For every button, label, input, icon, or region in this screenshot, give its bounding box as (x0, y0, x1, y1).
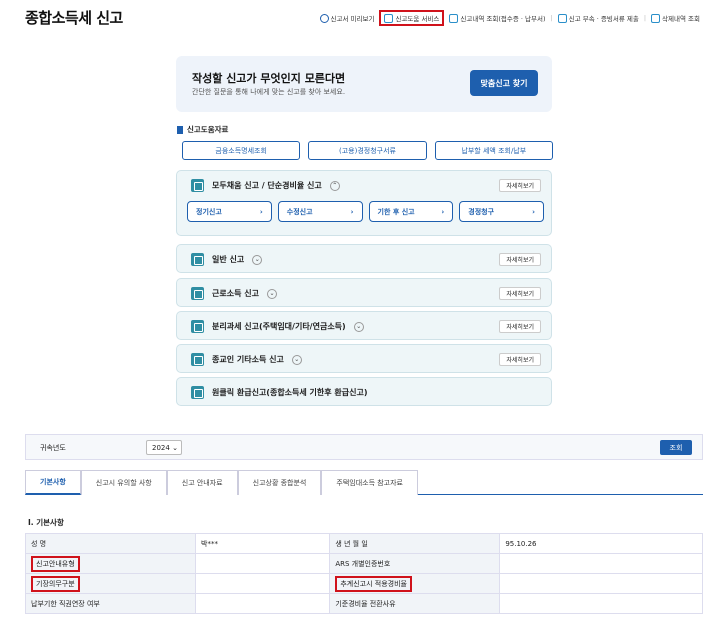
accordion-earned-income[interactable]: 근로소득 신고 ⌄ 자세히보기 (176, 278, 552, 307)
upload-icon (557, 13, 567, 23)
chevron-down-icon: ⌄ (172, 443, 178, 452)
chevron-down-icon[interactable]: ⌄ (353, 321, 364, 332)
year-search-bar: 귀속년도 2024 ⌄ 조회 (25, 434, 703, 460)
tab-rental[interactable]: 주택임대소득 참고자료 (321, 470, 418, 495)
tab-guide[interactable]: 신고 안내자료 (166, 470, 238, 495)
document-icon (191, 353, 204, 366)
year-select[interactable]: 2024 ⌄ (146, 440, 182, 455)
help-link-financial[interactable]: 금융소득명세조회 (182, 141, 301, 160)
year-label: 귀속년도 (40, 444, 66, 452)
nav-help-service[interactable]: 신고도움 서비스 (379, 10, 445, 26)
document-icon (449, 13, 459, 23)
chevron-right-icon: › (532, 207, 535, 216)
detail-button[interactable]: 자세히보기 (499, 320, 541, 333)
accordion-separate-taxation[interactable]: 분리과세 신고(주택임대/기타/연금소득) ⌄ 자세히보기 (176, 311, 552, 340)
chevron-down-icon[interactable]: ⌄ (252, 254, 263, 265)
document-icon (191, 386, 204, 399)
nav-preview[interactable]: 신고서 미리보기 (318, 11, 377, 25)
detail-button[interactable]: 자세히보기 (499, 353, 541, 366)
basic-section-title: Ⅰ. 기본사항 (28, 518, 64, 527)
chevron-right-icon: › (259, 207, 263, 216)
tab-bar: 기본사항 신고시 유의할 사항 신고 안내자료 신고상황 종합분석 주택임대소득… (25, 470, 703, 495)
chevron-right-icon: › (350, 207, 354, 216)
amended-return-button[interactable]: 수정신고 › (277, 201, 363, 222)
help-links: 금융소득명세조회 (고용)경정청구서류 납부할 세액 조회/납부 (182, 141, 553, 160)
finder-banner: 작성할 신고가 무엇인지 모른다면 간단한 질문을 통해 나에게 맞는 신고를 … (176, 56, 552, 112)
sub-buttons: 정기신고 › 수정신고 › 기한 후 신고 › 경정청구 › (187, 201, 544, 222)
help-link-claim-docs[interactable]: (고용)경정청구서류 (308, 141, 427, 160)
tab-basic[interactable]: 기본사항 (25, 470, 81, 495)
late-return-button[interactable]: 기한 후 신고 › (368, 201, 454, 222)
tab-cautions[interactable]: 신고시 유의할 사항 (80, 470, 167, 495)
basic-info-table: 성 명 박*** 생 년 월 일 95.10.26 신고안내유형 ARS 개별인… (25, 533, 703, 614)
detail-button[interactable]: 자세히보기 (499, 287, 541, 300)
top-nav: 신고서 미리보기 신고도움 서비스 신고내역 조회(접수증 · 납부서) | 신… (318, 10, 702, 26)
regular-return-button[interactable]: 정기신고 › (187, 201, 272, 222)
accordion-general-return[interactable]: 일반 신고 ⌄ 자세히보기 (176, 244, 552, 273)
table-row: 신고안내유형 ARS 개별인증번호 (25, 553, 703, 574)
correction-claim-button[interactable]: 경정청구 › (459, 201, 544, 222)
help-icon (384, 13, 394, 23)
nav-attachments[interactable]: 신고 부속 · 증빙서류 제출 (556, 11, 641, 25)
banner-subtitle: 간단한 질문을 통해 나에게 맞는 신고를 찾아 보세요. (192, 88, 346, 96)
header: 종합소득세 신고 신고서 미리보기 신고도움 서비스 신고내역 조회(접수증 ·… (0, 0, 708, 34)
document-icon (191, 253, 204, 266)
table-row: 성 명 박*** 생 년 월 일 95.10.26 (25, 533, 703, 554)
search-icon (319, 13, 329, 23)
find-return-button[interactable]: 맞춤신고 찾기 (470, 70, 538, 96)
table-row: 기장의무구분 추계신고시 적용경비율 (25, 573, 703, 594)
document-icon (191, 287, 204, 300)
document-icon (191, 320, 204, 333)
accordion-one-click-refund[interactable]: 원클릭 환급신고(종합소득세 기한후 환급신고) (176, 377, 552, 406)
chevron-down-icon[interactable]: ⌄ (291, 354, 302, 365)
document-icon (191, 179, 204, 192)
help-section-title: 신고도움자료 (177, 124, 228, 135)
banner-title: 작성할 신고가 무엇인지 모른다면 (192, 72, 346, 85)
accordion-religious-income[interactable]: 종교인 기타소득 신고 ⌄ 자세히보기 (176, 344, 552, 373)
tab-analysis[interactable]: 신고상황 종합분석 (237, 470, 322, 495)
accordion-simple-return[interactable]: 모두채움 신고 / 단순경비율 신고 ⌃ 자세히보기 정기신고 › 수정신고 › 기한… (176, 170, 552, 236)
trash-icon (651, 13, 661, 23)
help-link-tax-payment[interactable]: 납부할 세액 조회/납부 (434, 141, 553, 160)
chevron-right-icon: › (441, 207, 445, 216)
bookmark-icon (177, 125, 183, 134)
detail-button[interactable]: 자세히보기 (499, 179, 541, 192)
table-row: 납부기한 직권연장 여부 기준경비율 전환사유 (25, 593, 703, 614)
chevron-down-icon[interactable]: ⌄ (266, 288, 277, 299)
nav-deleted[interactable]: 삭제내역 조회 (649, 11, 702, 25)
search-button[interactable]: 조회 (660, 440, 692, 455)
page-title: 종합소득세 신고 (25, 9, 123, 27)
detail-button[interactable]: 자세히보기 (499, 253, 541, 266)
chevron-up-icon[interactable]: ⌃ (329, 180, 340, 191)
nav-history[interactable]: 신고내역 조회(접수증 · 납부서) (447, 11, 547, 25)
